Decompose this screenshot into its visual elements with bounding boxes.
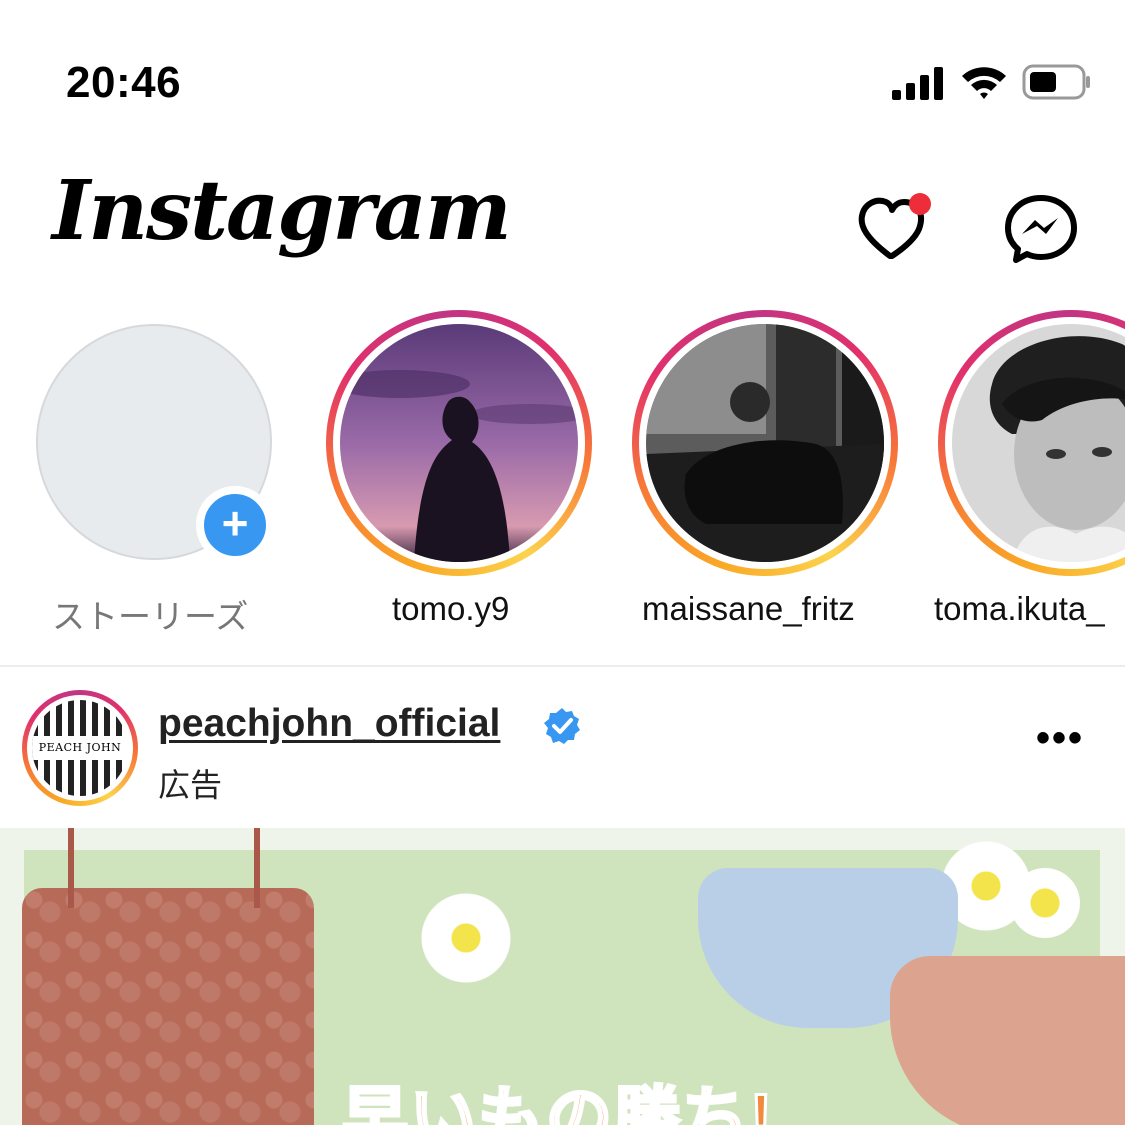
cellular-signal-icon	[892, 67, 943, 100]
post-image[interactable]: 早いもの勝ち!	[0, 828, 1125, 1125]
ad-headline: 早いもの勝ち!	[341, 1079, 774, 1125]
notification-dot	[909, 193, 931, 215]
more-options-button[interactable]: •••	[1030, 718, 1090, 764]
status-time: 20:46	[66, 58, 182, 107]
daisy-decoration	[1010, 868, 1080, 938]
story-item[interactable]: tomo.y9	[326, 300, 626, 640]
story-item[interactable]: maissane_fritz	[632, 300, 932, 640]
story-avatar	[952, 324, 1125, 562]
add-story-icon[interactable]: +	[196, 486, 274, 564]
battery-icon	[1022, 64, 1090, 100]
story-label: toma.ikuta_	[934, 590, 1105, 627]
story-avatar	[340, 324, 578, 562]
feed-divider	[0, 665, 1125, 667]
verified-badge-icon	[544, 708, 580, 744]
bra-product-image	[22, 828, 314, 1125]
sponsored-label: 広告	[158, 767, 223, 803]
story-label: ストーリーズ	[52, 598, 249, 635]
stories-tray[interactable]: + ストーリーズ tomo.y9 maissane_fritz toma.iku…	[0, 300, 1125, 660]
post-avatar[interactable]: PEACH JOHN	[22, 690, 138, 806]
story-item[interactable]: toma.ikuta_	[934, 300, 1125, 640]
story-own[interactable]: + ストーリーズ	[0, 300, 300, 640]
post-username[interactable]: peachjohn_official	[158, 702, 500, 746]
daisy-decoration	[418, 890, 514, 986]
story-label: maissane_fritz	[642, 590, 855, 627]
brand-logo-text: PEACH JOHN	[32, 736, 128, 760]
story-label: tomo.y9	[392, 590, 510, 627]
wifi-icon	[962, 67, 1006, 99]
activity-heart-icon[interactable]	[856, 192, 936, 264]
messenger-icon[interactable]	[1002, 192, 1080, 264]
peach-panty-product-image	[890, 956, 1125, 1125]
brand-logo: PEACH JOHN	[32, 700, 128, 796]
story-avatar	[646, 324, 884, 562]
instagram-logo: Instagram	[52, 163, 512, 259]
